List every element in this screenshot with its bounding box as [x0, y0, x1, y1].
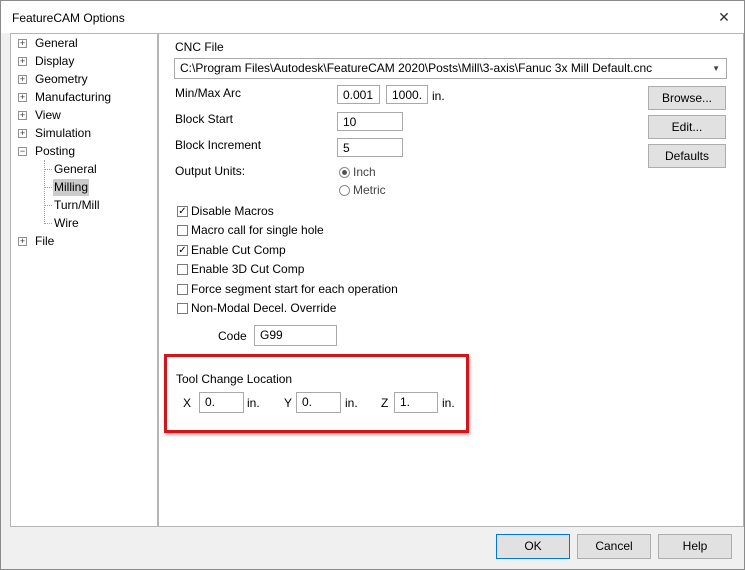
collapse-icon[interactable]: − — [18, 147, 27, 156]
expand-icon[interactable]: + — [18, 237, 27, 246]
units-metric-label[interactable]: Metric — [353, 183, 386, 197]
code-label: Code — [218, 329, 247, 343]
tree-item-label: Turn/Mill — [54, 198, 100, 212]
window-title: FeatureCAM Options — [12, 11, 125, 25]
tool-change-highlight — [164, 354, 469, 433]
max-arc-input[interactable]: 1000. — [386, 85, 428, 104]
enable-cut-comp-label[interactable]: Enable Cut Comp — [191, 243, 286, 257]
cancel-button[interactable]: Cancel — [577, 534, 651, 559]
defaults-label: Defaults — [664, 149, 710, 163]
tree-item-label: Geometry — [35, 72, 88, 86]
ok-button[interactable]: OK — [496, 534, 570, 559]
defaults-button[interactable]: Defaults — [648, 144, 726, 168]
units-inch-radio[interactable] — [339, 167, 350, 178]
tree-item-label: Simulation — [35, 126, 92, 140]
tree-item-geometry[interactable]: + Geometry — [11, 71, 151, 88]
edit-label: Edit... — [671, 120, 703, 134]
min-arc-input[interactable]: 0.001 — [337, 85, 380, 104]
expand-icon[interactable]: + — [18, 129, 27, 138]
macro-single-hole-checkbox[interactable] — [177, 225, 188, 236]
tree-item-label: File — [35, 234, 55, 248]
expand-icon[interactable]: + — [18, 57, 27, 66]
force-segment-start-checkbox[interactable] — [177, 284, 188, 295]
tree-item-label: General — [35, 36, 78, 50]
units-metric-radio[interactable] — [339, 185, 350, 196]
help-button[interactable]: Help — [658, 534, 732, 559]
disable-macros-checkbox[interactable]: ✓ — [177, 206, 188, 217]
tree-item-label: Display — [35, 54, 75, 68]
tree-item-file[interactable]: + File — [11, 233, 151, 250]
expand-icon[interactable]: + — [18, 93, 27, 102]
tree-item-turn-mill[interactable]: Turn/Mill — [11, 197, 151, 214]
tree-item-label: Wire — [54, 216, 79, 230]
block-increment-input[interactable]: 5 — [337, 138, 403, 157]
tree-item-milling[interactable]: Milling — [11, 179, 151, 196]
radio-selected-dot — [342, 170, 347, 175]
cnc-file-dropdown[interactable]: C:\Program Files\Autodesk\FeatureCAM 202… — [174, 58, 727, 79]
tree-item-label: Manufacturing — [35, 90, 112, 104]
enable-3d-cut-comp-label[interactable]: Enable 3D Cut Comp — [191, 262, 304, 276]
chevron-down-icon[interactable]: ▼ — [712, 59, 720, 78]
enable-cut-comp-checkbox[interactable]: ✓ — [177, 245, 188, 256]
tree-item-view[interactable]: + View — [11, 107, 151, 124]
tree-item-posting[interactable]: − Posting — [11, 143, 151, 160]
browse-button[interactable]: Browse... — [648, 86, 726, 110]
tree-item-general[interactable]: + General — [11, 35, 151, 52]
units-inch-label[interactable]: Inch — [353, 165, 376, 179]
options-dialog: FeatureCAM Options ✕ + General + Display… — [0, 0, 745, 570]
tree-item-wire[interactable]: Wire — [11, 215, 151, 232]
macro-single-hole-label[interactable]: Macro call for single hole — [191, 223, 324, 237]
tree-item-label: View — [35, 108, 61, 122]
tree-item-label: Posting — [35, 144, 76, 158]
block-start-label: Block Start — [175, 112, 234, 126]
disable-macros-label[interactable]: Disable Macros — [191, 204, 274, 218]
ok-label: OK — [524, 539, 542, 553]
milling-settings-panel: CNC File C:\Program Files\Autodesk\Featu… — [158, 33, 744, 527]
cnc-file-label: CNC File — [175, 40, 224, 54]
title-bar: FeatureCAM Options ✕ — [1, 1, 744, 33]
tree-item-display[interactable]: + Display — [11, 53, 151, 70]
tree-item-label: General — [54, 162, 97, 176]
expand-icon[interactable]: + — [18, 111, 27, 120]
block-increment-label: Block Increment — [175, 138, 262, 152]
browse-label: Browse... — [661, 91, 712, 105]
block-start-input[interactable]: 10 — [337, 112, 403, 131]
edit-button[interactable]: Edit... — [648, 115, 726, 139]
help-label: Help — [682, 539, 708, 553]
enable-3d-cut-comp-checkbox[interactable] — [177, 264, 188, 275]
non-modal-decel-label[interactable]: Non-Modal Decel. Override — [191, 301, 336, 315]
cancel-label: Cancel — [595, 539, 633, 553]
cnc-file-value: C:\Program Files\Autodesk\FeatureCAM 202… — [180, 61, 653, 75]
close-icon[interactable]: ✕ — [712, 6, 736, 28]
output-units-label: Output Units: — [175, 164, 246, 178]
expand-icon[interactable]: + — [18, 75, 27, 84]
force-segment-start-label[interactable]: Force segment start for each operation — [191, 282, 398, 296]
arc-unit-label: in. — [432, 89, 445, 103]
expand-icon[interactable]: + — [18, 39, 27, 48]
tree-item-manufacturing[interactable]: + Manufacturing — [11, 89, 151, 106]
tree-item-simulation[interactable]: + Simulation — [11, 125, 151, 142]
code-input[interactable]: G99 — [254, 325, 337, 346]
minmax-arc-label: Min/Max Arc — [175, 86, 242, 100]
tree-item-posting-general[interactable]: General — [11, 161, 151, 178]
tree-item-label: Milling — [53, 179, 90, 196]
non-modal-decel-checkbox[interactable] — [177, 303, 188, 314]
options-tree[interactable]: + General + Display + Geometry + Manufac… — [10, 33, 158, 527]
